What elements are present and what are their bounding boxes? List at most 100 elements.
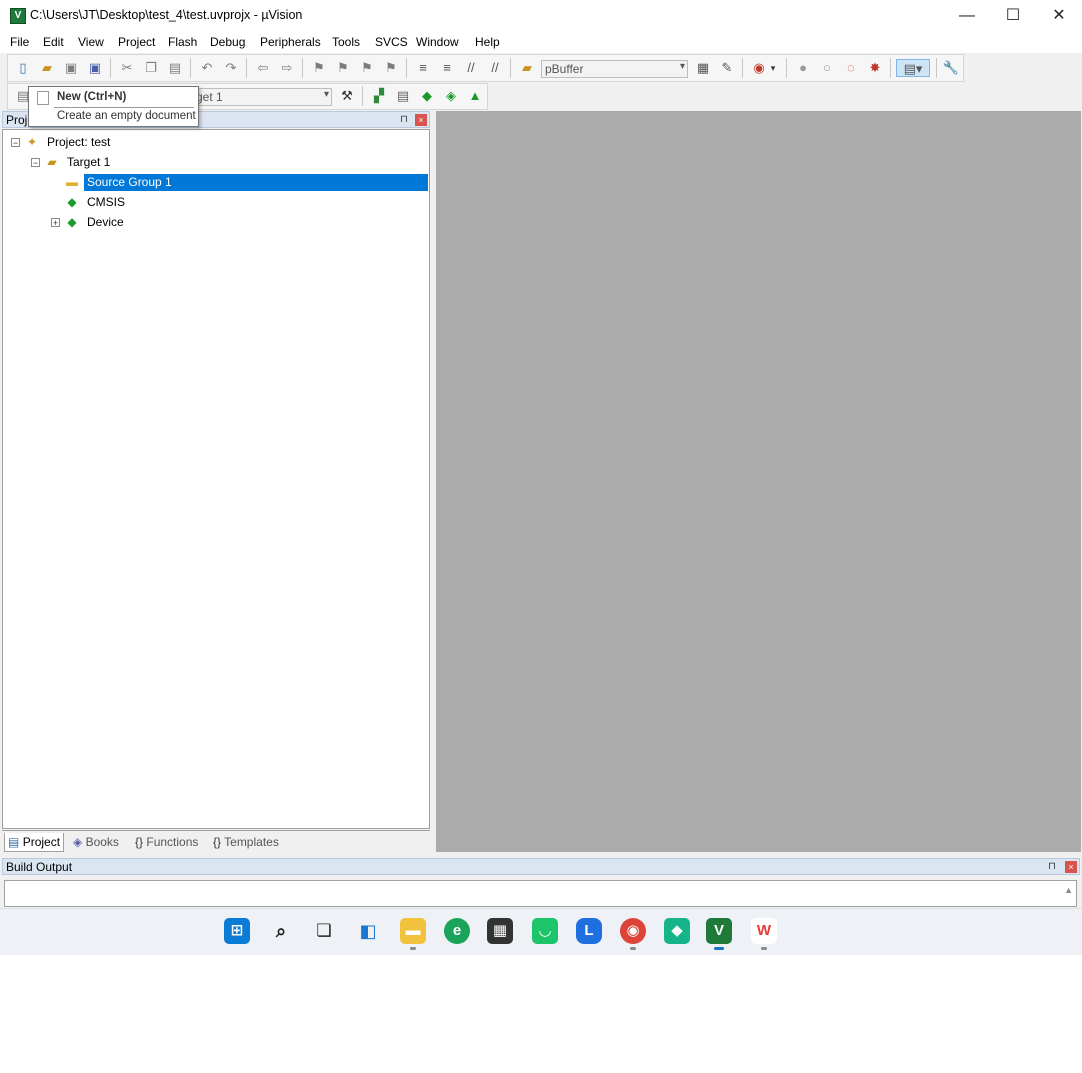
cmsis-diamond-icon: ◆ — [67, 195, 77, 209]
find-in-files-icon[interactable]: ▰ — [518, 59, 536, 77]
build-output-text[interactable]: ▲ — [4, 880, 1077, 907]
task-view-icon[interactable]: ❏ — [311, 918, 337, 944]
tree-item-label: Project: test — [47, 135, 111, 149]
wps-office-icon[interactable]: W — [751, 918, 777, 944]
paste-icon[interactable]: ▤ — [166, 59, 184, 77]
chevron-down-icon[interactable]: ▾ — [324, 89, 329, 100]
lenovo-app-icon[interactable]: L — [576, 918, 602, 944]
manage-rte-icon[interactable]: ◈ — [442, 87, 460, 105]
target-combo[interactable]: rget 1 ▾ — [188, 88, 332, 106]
toolbar-separator — [936, 58, 937, 78]
running-indicator — [761, 947, 767, 950]
debug-dropdown-icon[interactable]: ▾ — [768, 59, 778, 77]
bookmark-icon[interactable]: ⚑ — [310, 59, 328, 77]
tree-item-source-group[interactable]: ▬ Source Group 1 — [3, 173, 428, 191]
menu-peripherals[interactable]: Peripherals — [260, 35, 321, 49]
menu-file[interactable]: File — [10, 35, 29, 49]
menu-svcs[interactable]: SVCS — [375, 35, 408, 49]
pin-icon[interactable]: ⊓ — [1046, 861, 1058, 873]
shopping-app-icon[interactable]: ◡ — [532, 918, 558, 944]
tree-item-device[interactable]: + ◆ Device — [3, 213, 423, 231]
tab-functions[interactable]: {} Functions — [132, 833, 201, 851]
editor-area[interactable] — [436, 111, 1081, 852]
comment-icon[interactable]: // — [462, 59, 480, 77]
tab-project[interactable]: ▤ Project — [4, 833, 65, 852]
clear-bookmarks-icon[interactable]: ⚑ — [382, 59, 400, 77]
menu-debug[interactable]: Debug — [210, 35, 245, 49]
find-combo-value: pBuffer — [545, 62, 584, 76]
project-tab-icon: ▤ — [8, 835, 20, 849]
search-icon[interactable]: ⌕ — [268, 918, 294, 944]
prev-bookmark-icon[interactable]: ⚑ — [334, 59, 352, 77]
windows-start-icon[interactable]: ⊞ — [224, 918, 250, 944]
chrome-icon[interactable]: ◉ — [620, 918, 646, 944]
breakpoint-enable-icon[interactable]: ○ — [818, 59, 836, 77]
store-icon[interactable]: ▦ — [487, 918, 513, 944]
menu-flash[interactable]: Flash — [168, 35, 197, 49]
find-icon[interactable]: ▦ — [694, 59, 712, 77]
tree-item-target[interactable]: − ▰ Target 1 — [3, 153, 423, 171]
indent-icon[interactable]: ≡ — [414, 59, 432, 77]
tab-label: Functions — [146, 835, 199, 849]
tree-item-project[interactable]: − ✦ Project: test — [3, 133, 423, 151]
chevron-down-icon[interactable]: ▾ — [680, 61, 685, 72]
expand-icon[interactable]: + — [51, 218, 60, 228]
uvision-taskbar-icon[interactable]: V — [706, 918, 732, 944]
unindent-icon[interactable]: ≡ — [438, 59, 456, 77]
edge-browser-icon[interactable]: e — [444, 918, 470, 944]
pin-icon[interactable]: ⊓ — [398, 114, 410, 126]
file-toolbar: ▯ ▰ ▣ ▣ ✂ ❐ ▤ ↶ ↷ ⇦ ⇨ ⚑ ⚑ ⚑ ⚑ ≡ ≡ // // … — [7, 54, 964, 82]
configure-icon[interactable]: 🔧 — [942, 59, 960, 77]
save-icon[interactable]: ▣ — [62, 59, 80, 77]
collapse-icon[interactable]: − — [11, 138, 20, 148]
nav-back-icon[interactable]: ⇦ — [254, 59, 272, 77]
breakpoint-kill-icon[interactable]: ✸ — [866, 59, 884, 77]
pack-installer-icon[interactable]: ▲ — [466, 87, 484, 105]
maximize-button[interactable]: ☐ — [990, 0, 1036, 31]
window-layout-icon[interactable]: ▤▾ — [896, 59, 930, 77]
widgets-icon[interactable]: ◧ — [355, 918, 381, 944]
undo-icon[interactable]: ↶ — [198, 59, 216, 77]
close-button[interactable]: ✕ — [1036, 0, 1082, 31]
find-combo[interactable]: pBuffer ▾ — [541, 60, 688, 78]
target-options-icon[interactable]: ⚒ — [338, 87, 356, 105]
uvision-window: V C:\Users\JT\Desktop\test_4\test.uvproj… — [0, 0, 1082, 955]
tab-templates[interactable]: {} Templates — [210, 833, 282, 851]
toolbar-separator — [742, 58, 743, 78]
close-panel-icon[interactable]: × — [1065, 861, 1077, 873]
select-packs-icon[interactable]: ◆ — [418, 87, 436, 105]
manage-multi-project-icon[interactable]: ▤ — [394, 87, 412, 105]
minimize-button[interactable]: — — [944, 0, 990, 31]
save-all-icon[interactable]: ▣ — [86, 59, 104, 77]
tab-books[interactable]: ◈ Books — [70, 833, 122, 851]
menu-tools[interactable]: Tools — [332, 35, 360, 49]
manage-project-items-icon[interactable]: ▞ — [370, 87, 388, 105]
close-panel-icon[interactable]: × — [415, 114, 427, 126]
menu-window[interactable]: Window — [416, 35, 459, 49]
redo-icon[interactable]: ↷ — [222, 59, 240, 77]
debug-icon[interactable]: ◉ — [750, 59, 768, 77]
tree-item-label: CMSIS — [87, 195, 126, 209]
menu-bar: File Edit View Project Flash Debug Perip… — [0, 31, 1082, 53]
toolbar-separator — [246, 58, 247, 78]
uncomment-icon[interactable]: // — [486, 59, 504, 77]
tree-item-cmsis[interactable]: ◆ CMSIS — [3, 193, 423, 211]
breakpoint-disable-icon[interactable]: ◌ — [842, 59, 860, 77]
new-file-icon[interactable]: ▯ — [14, 59, 32, 77]
collapse-icon[interactable]: − — [31, 158, 40, 168]
file-explorer-icon[interactable]: ▬ — [400, 918, 426, 944]
incremental-find-icon[interactable]: ✎ — [718, 59, 736, 77]
pycharm-app-icon[interactable]: ◆ — [664, 918, 690, 944]
scroll-up-icon[interactable]: ▲ — [1064, 885, 1073, 895]
menu-view[interactable]: View — [78, 35, 104, 49]
menu-help[interactable]: Help — [475, 35, 500, 49]
copy-icon[interactable]: ❐ — [142, 59, 160, 77]
menu-project[interactable]: Project — [118, 35, 155, 49]
nav-forward-icon[interactable]: ⇨ — [278, 59, 296, 77]
cut-icon[interactable]: ✂ — [118, 59, 136, 77]
window-title: C:\Users\JT\Desktop\test_4\test.uvprojx … — [30, 8, 303, 22]
next-bookmark-icon[interactable]: ⚑ — [358, 59, 376, 77]
menu-edit[interactable]: Edit — [43, 35, 64, 49]
breakpoint-insert-icon[interactable]: ● — [794, 59, 812, 77]
open-folder-icon[interactable]: ▰ — [38, 59, 56, 77]
